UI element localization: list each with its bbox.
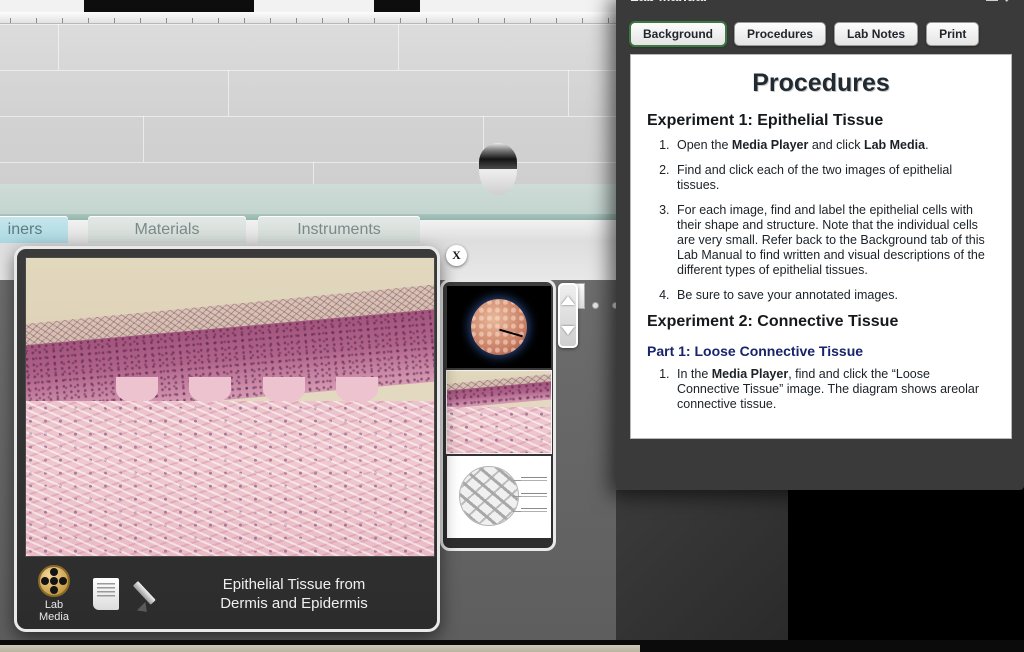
lab-manual-window[interactable]: Lab Manual Background Procedures Lab Not… <box>616 0 1024 490</box>
lab-manual-title: Lab Manual <box>630 0 707 4</box>
experiment-1-heading: Experiment 1: Epithelial Tissue <box>647 112 884 129</box>
film-reel-icon <box>38 565 70 597</box>
lab-shelf <box>0 184 640 216</box>
lab-tab-containers[interactable]: iners <box>0 216 68 243</box>
lab-manual-shadow-band <box>616 490 796 640</box>
tab-procedures[interactable]: Procedures <box>734 22 827 46</box>
lab-media-button[interactable]: Lab Media <box>31 565 77 623</box>
ruler-strip <box>0 12 640 24</box>
thumbnail-scrollbar[interactable] <box>558 283 578 348</box>
lab-tab-instruments[interactable]: Instruments <box>258 216 420 243</box>
resize-icon[interactable] <box>1004 0 1016 2</box>
media-caption: Epithelial Tissue from Dermis and Epider… <box>165 575 435 613</box>
experiment-2-part-1-heading: Part 1: Loose Connective Tissue <box>647 343 864 359</box>
step-text-bold2: Lab Media <box>863 138 926 152</box>
experiment-2-steps: In the Media Player, find and click the … <box>673 367 995 412</box>
scroll-up-arrow-icon[interactable] <box>561 295 575 305</box>
microscope-specimen-image <box>447 286 551 368</box>
list-item: Find and click each of the two images of… <box>673 163 995 193</box>
lab-media-label-line1: Lab <box>44 599 64 611</box>
media-thumbnail-strip[interactable] <box>440 279 556 551</box>
pencil-icon[interactable] <box>135 578 165 610</box>
connective-tissue-diagram-image <box>447 456 551 538</box>
media-caption-line2: Dermis and Epidermis <box>220 595 368 612</box>
tab-lab-notes[interactable]: Lab Notes <box>834 22 919 46</box>
lab-media-label-line2: Media <box>39 611 69 623</box>
maximize-icon[interactable] <box>986 0 998 1</box>
close-icon[interactable]: X <box>446 245 467 266</box>
scroll-down-arrow-icon[interactable] <box>561 326 575 336</box>
loose-connective-tissue-diagram-thumbnail[interactable] <box>447 456 551 538</box>
lab-tab-instruments-label: Instruments <box>297 220 381 238</box>
list-item: Open the Media Player and click Lab Medi… <box>673 138 995 153</box>
lab-manual-page[interactable]: Procedures Experiment 1: Epithelial Tiss… <box>630 54 1012 439</box>
media-player-toolbar: Lab Media Epithelial Tissue from Dermis … <box>25 563 435 625</box>
equipment-knob-icon <box>592 302 599 309</box>
lab-category-tabs: iners Materials Instruments <box>0 216 640 244</box>
step-text-bold1: Media Player <box>731 138 809 152</box>
lab-tab-materials[interactable]: Materials <box>88 216 246 243</box>
media-player-panel[interactable]: Lab Media Epithelial Tissue from Dermis … <box>14 246 440 632</box>
experiment-1-steps: Open the Media Player and click Lab Medi… <box>673 138 995 303</box>
epithelial-tissue-thumb-image <box>447 371 551 453</box>
step-text-prefix: For each image, find and label the epith… <box>677 203 985 277</box>
lab-wall <box>0 24 640 208</box>
list-item: For each image, find and label the epith… <box>673 203 995 278</box>
step-text-prefix: Open the <box>677 138 732 152</box>
epithelial-tissue-main-image[interactable] <box>25 257 435 557</box>
lab-tab-materials-label: Materials <box>134 220 200 238</box>
lab-manual-tab-bar: Background Procedures Lab Notes Print <box>616 14 1024 52</box>
step-text-prefix: In the <box>677 367 712 381</box>
screen: iners Materials Instruments Lab Media Ep… <box>0 0 1024 652</box>
tab-print[interactable]: Print <box>926 22 980 46</box>
step-text-bold1: Media Player <box>711 367 789 381</box>
list-item: Be sure to save your annotated images. <box>673 288 995 303</box>
document-icon[interactable] <box>93 578 119 610</box>
microscope-specimen-thumbnail[interactable] <box>447 286 551 368</box>
media-caption-line1: Epithelial Tissue from <box>222 576 366 593</box>
step-text-mid: and click <box>808 138 864 152</box>
tab-background[interactable]: Background <box>630 22 727 46</box>
step-text-prefix: Find and click each of the two images of… <box>677 163 953 192</box>
app-top-bar <box>0 0 640 12</box>
step-text-prefix: Be sure to save your annotated images. <box>677 288 898 302</box>
lab-manual-titlebar[interactable]: Lab Manual <box>616 0 1024 14</box>
black-backdrop-right <box>788 490 1024 652</box>
step-text-suffix: . <box>925 138 929 152</box>
lab-tab-containers-label: iners <box>7 220 43 238</box>
experiment-2-heading: Experiment 2: Connective Tissue <box>647 313 899 330</box>
page-title: Procedures <box>752 69 890 97</box>
window-controls <box>986 0 1016 2</box>
bottom-edge-strip <box>0 645 640 652</box>
epithelial-tissue-thumbnail[interactable] <box>446 370 552 454</box>
list-item: In the Media Player, find and click the … <box>673 367 995 412</box>
